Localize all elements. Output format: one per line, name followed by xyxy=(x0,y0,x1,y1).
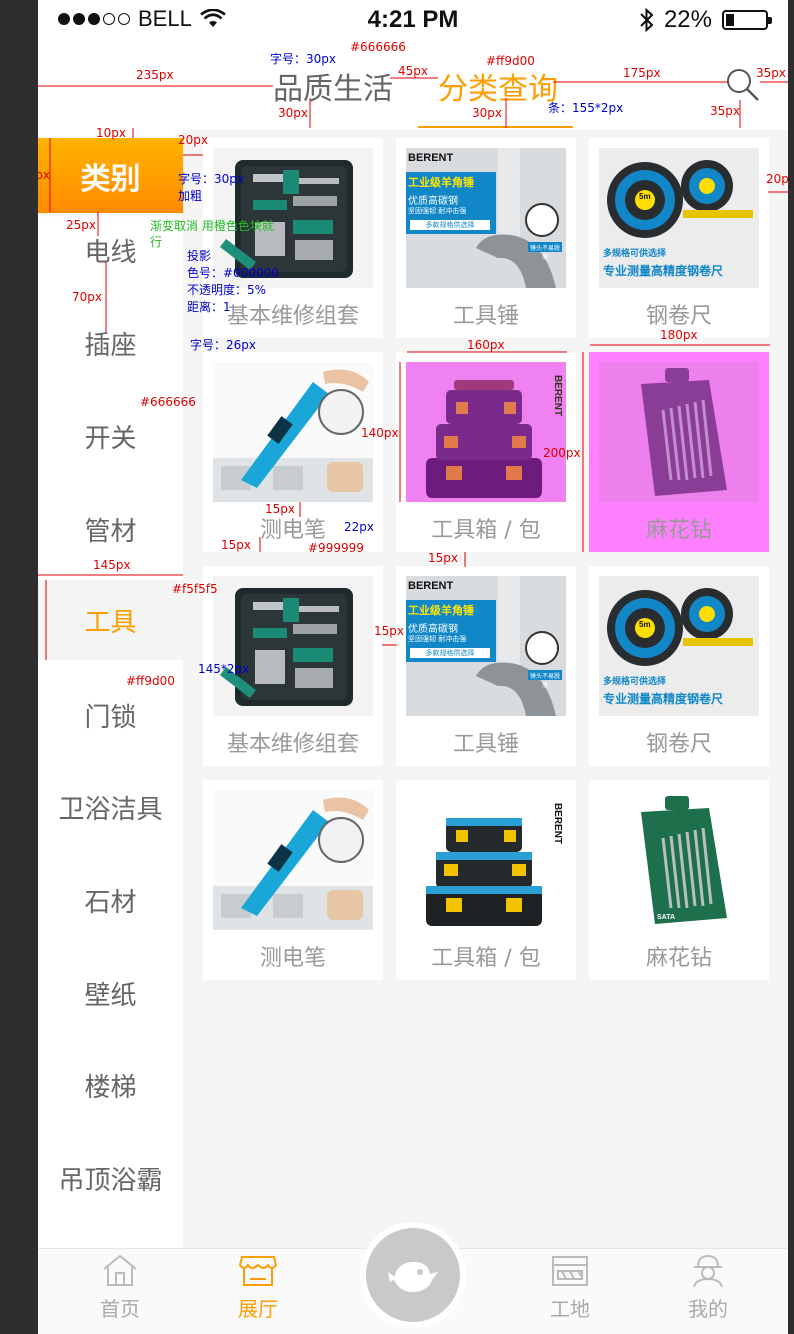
spec-145px: 145px xyxy=(93,558,131,572)
spec-15px-b: 15px xyxy=(221,538,251,552)
tab-site[interactable]: 工地 xyxy=(520,1253,620,1322)
spec-gradient-note: 渐变取消 用橙色色块就行 xyxy=(150,219,274,249)
center-action-button[interactable] xyxy=(360,1222,466,1328)
spec-shadow: 投影 xyxy=(187,249,212,263)
spec-bar-size: 条：155*2px xyxy=(548,101,624,115)
spec-35px-search: 35px xyxy=(710,104,740,118)
tab-site-label: 工地 xyxy=(550,1297,590,1321)
spec-160px: 160px xyxy=(467,338,505,352)
spec-shadow-color: 色号：#000000 xyxy=(187,266,279,280)
tab-showroom[interactable]: 展厅 xyxy=(208,1253,308,1322)
worker-icon xyxy=(693,1254,723,1288)
spec-22px: 22px xyxy=(344,520,374,534)
spec-color-999: #999999 xyxy=(308,541,364,555)
spec-75px: 75px xyxy=(38,168,50,182)
construction-icon xyxy=(552,1256,588,1286)
spec-font-26: 字号：26px xyxy=(190,338,256,352)
spec-200px: 200px xyxy=(543,446,581,460)
spec-font-30: 字号：30px xyxy=(270,52,336,66)
spec-30px-mid: 30px xyxy=(472,106,502,120)
spec-25px: 25px xyxy=(66,218,96,232)
home-icon xyxy=(103,1254,137,1286)
spec-15px-a: 15px xyxy=(265,502,295,516)
tab-home-label: 首页 xyxy=(100,1297,140,1321)
phone-screen: BELL 4:21 PM 22% 品质生活 分类查询 类别 电线 插座 开关 管… xyxy=(38,0,788,1334)
spec-235px: 235px xyxy=(136,68,174,82)
spec-color-666: #666666 xyxy=(350,40,406,54)
spec-20px: 20px xyxy=(178,133,208,147)
spec-color-ff9d00-bottom: #ff9d00 xyxy=(126,674,175,688)
tab-home[interactable]: 首页 xyxy=(70,1253,170,1322)
spec-shadow-opacity: 不透明度：5% xyxy=(187,283,267,297)
tab-mine-label: 我的 xyxy=(688,1297,728,1321)
spec-15px-c: 15px xyxy=(428,551,458,565)
store-icon xyxy=(238,1256,278,1286)
spec-70px: 70px xyxy=(72,290,102,304)
spec-font-30-bold: 字号：30px xyxy=(178,172,244,186)
bird-icon xyxy=(388,1262,438,1292)
spec-color-f5: #f5f5f5 xyxy=(172,582,218,596)
spec-15px-d: 15px xyxy=(374,624,404,638)
spec-145x2: 145*2px xyxy=(198,662,250,676)
spec-bold: 加粗 xyxy=(178,189,203,203)
spec-45px: 45px xyxy=(398,64,428,78)
spec-color-666-side: #666666 xyxy=(140,395,196,409)
tab-mine[interactable]: 我的 xyxy=(658,1253,758,1322)
spec-140px: 140px xyxy=(361,426,399,440)
tab-showroom-label: 展厅 xyxy=(238,1297,278,1321)
spec-color-ff9d00: #ff9d00 xyxy=(486,54,535,68)
spec-180px: 180px xyxy=(660,328,698,342)
spec-shadow-distance: 距离：1 xyxy=(187,300,231,314)
spec-30px-left: 30px xyxy=(278,106,308,120)
spec-10px: 10px xyxy=(96,126,126,140)
spec-35px-right: 35px xyxy=(756,66,786,80)
spec-lines xyxy=(38,77,788,660)
spec-175px: 175px xyxy=(623,66,661,80)
spec-20px-right: 20px xyxy=(766,172,788,186)
